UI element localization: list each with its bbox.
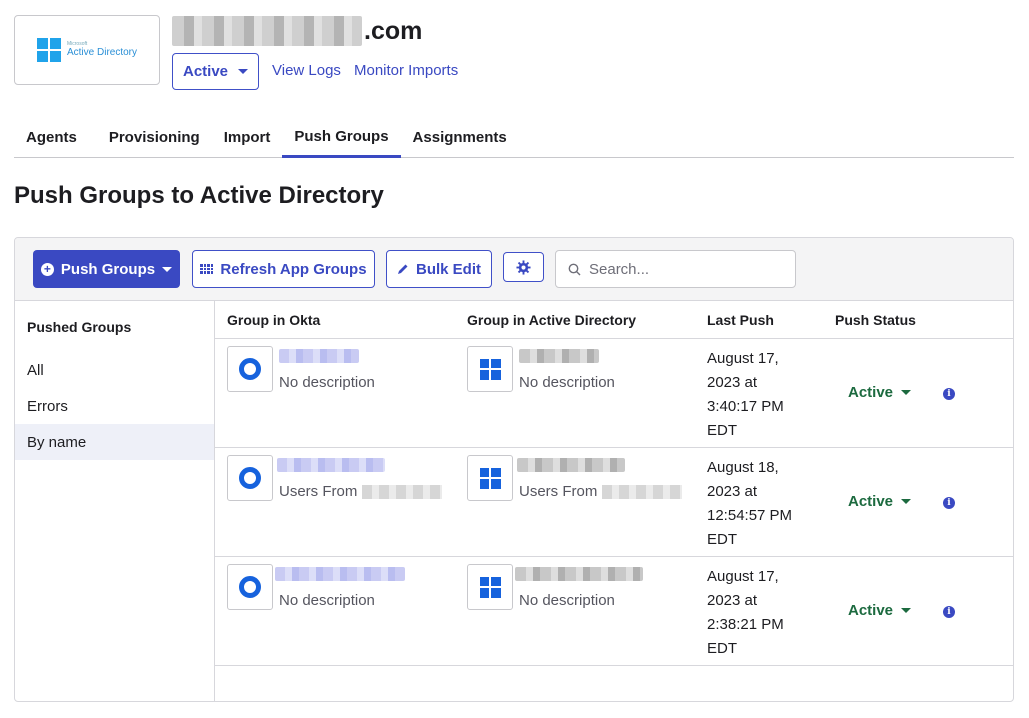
view-logs-link[interactable]: View Logs [272,62,341,79]
filter-by-name[interactable]: By name [15,424,214,460]
search-field[interactable] [555,250,796,288]
app-domain-suffix: .com [364,16,423,45]
search-icon [568,263,581,275]
tab-agents[interactable]: Agents [14,117,89,157]
plus-circle-icon: + [40,262,54,276]
col-group-in-okta: Group in Okta [227,311,321,328]
push-status-label: Active [848,384,894,401]
windows-group-icon [467,455,513,501]
redacted-domain [172,16,362,46]
col-push-status: Push Status [835,311,916,328]
ad-group-name-redacted [519,349,599,363]
tab-provisioning[interactable]: Provisioning [97,117,212,157]
table-row: No description No description August 17,… [215,557,1013,666]
col-last-push: Last Push [707,311,774,328]
tab-bar: Agents Provisioning Import Push Groups A… [14,117,1014,158]
page-title: Push Groups to Active Directory [14,182,384,209]
okta-group-description: No description [279,592,375,609]
push-status-dropdown[interactable]: Active [848,384,912,401]
push-status-dropdown[interactable]: Active [848,493,912,510]
okta-group-icon [227,564,273,610]
table-row: Users From Users From August 18, 2023 at… [215,448,1013,557]
ad-group-description: No description [519,592,615,609]
chevron-down-icon [901,608,912,613]
last-push-time: August 17, 2023 at 3:40:17 PM EDT [707,350,784,439]
tab-import[interactable]: Import [212,117,283,157]
ad-group-description: No description [519,374,615,391]
table-row: No description No description August 17,… [215,339,1013,448]
app-status-dropdown[interactable]: Active [172,53,259,90]
okta-group-icon [227,455,273,501]
windows-logo-icon [36,38,61,62]
gear-icon [516,259,531,275]
app-title: .com [172,14,422,48]
info-icon[interactable]: i [943,606,955,618]
pushed-groups-filter: Pushed Groups All Errors By name [15,301,215,701]
app-status-label: Active [182,63,229,80]
filter-errors[interactable]: Errors [15,388,214,424]
filter-heading: Pushed Groups [27,319,132,335]
pencil-icon [397,264,408,274]
ad-group-name-redacted [515,567,643,581]
push-groups-button[interactable]: + Push Groups [33,250,180,288]
redacted-text [601,485,682,500]
bulk-edit-label: Bulk Edit [415,260,481,278]
info-icon[interactable]: i [943,388,955,400]
col-group-in-ad: Group in Active Directory [467,311,637,328]
ad-group-name-redacted [517,458,625,472]
windows-group-icon [467,346,513,392]
chevron-down-icon [162,266,173,272]
app-logo: Microsoft Active Directory [14,15,160,85]
toolbar: + Push Groups Refresh App Groups Bulk Ed… [15,238,1013,301]
chevron-down-icon [901,390,912,395]
ad-group-description: Users From [519,483,682,500]
last-push-time: August 17, 2023 at 2:38:21 PM EDT [707,568,784,657]
last-push-time: August 18, 2023 at 12:54:57 PM EDT [707,459,793,548]
logo-product: Active Directory [66,47,137,58]
chevron-down-icon [901,499,912,504]
search-input[interactable] [589,260,779,278]
push-status-dropdown[interactable]: Active [848,602,912,619]
tab-assignments[interactable]: Assignments [401,117,519,157]
settings-button[interactable] [503,252,544,282]
okta-group-name-redacted[interactable] [275,567,405,581]
push-status-label: Active [848,602,894,619]
okta-group-icon [227,346,273,392]
push-status-label: Active [848,493,894,510]
tab-push-groups[interactable]: Push Groups [282,117,401,158]
info-icon[interactable]: i [943,497,955,509]
push-groups-label: Push Groups [60,260,156,278]
okta-group-description: No description [279,374,375,391]
redacted-text [361,485,442,500]
refresh-grid-icon [200,264,214,274]
filter-all[interactable]: All [15,352,214,388]
windows-group-icon [467,564,513,610]
refresh-app-groups-button[interactable]: Refresh App Groups [192,250,375,288]
chevron-down-icon [238,69,249,74]
okta-group-name-redacted[interactable] [279,349,359,363]
bulk-edit-button[interactable]: Bulk Edit [386,250,492,288]
okta-group-name-redacted[interactable] [277,458,385,472]
push-groups-panel: + Push Groups Refresh App Groups Bulk Ed… [14,237,1014,702]
monitor-imports-link[interactable]: Monitor Imports [354,62,458,79]
okta-group-description: Users From [279,483,442,500]
refresh-label: Refresh App Groups [220,260,367,278]
